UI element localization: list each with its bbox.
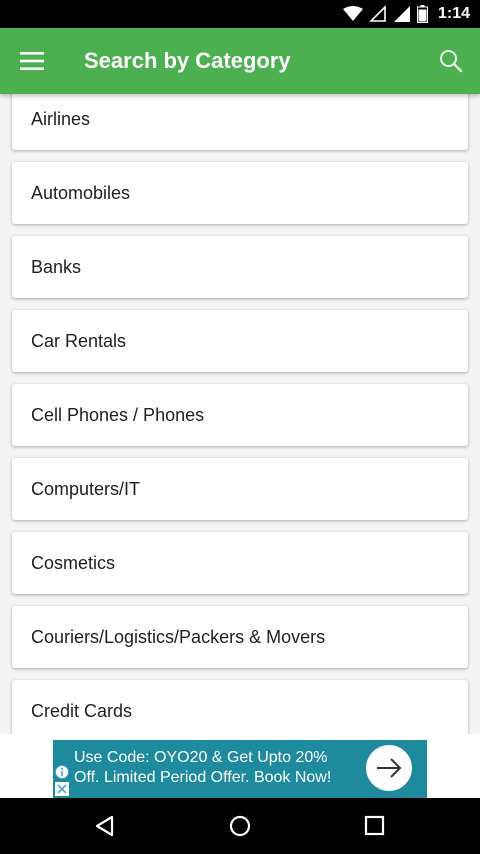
arrow-right-icon xyxy=(377,758,402,778)
category-label: Cell Phones / Phones xyxy=(31,405,205,425)
category-label: Cosmetics xyxy=(31,553,116,573)
category-label: Banks xyxy=(31,257,82,277)
ad-line-2: Off. Limited Period Offer. Book Now! xyxy=(74,769,332,786)
home-icon[interactable] xyxy=(226,812,254,840)
category-item[interactable]: Cosmetics xyxy=(12,532,468,594)
recents-icon[interactable] xyxy=(361,812,389,840)
category-label: Car Rentals xyxy=(31,331,127,351)
signal-empty-icon xyxy=(369,5,386,22)
category-list-inner: Airlines Automobiles Banks Car Rentals C… xyxy=(0,94,480,734)
ad-arrow-button[interactable] xyxy=(366,745,412,791)
category-item[interactable]: Computers/IT xyxy=(12,458,468,520)
category-label: Computers/IT xyxy=(31,479,141,499)
menu-icon[interactable] xyxy=(20,49,46,73)
app-bar: Search by Category xyxy=(0,28,480,94)
category-item[interactable]: Automobiles xyxy=(12,162,468,224)
category-label: Credit Cards xyxy=(31,701,133,721)
ad-line-1: Use Code: OYO20 & Get Upto 20% xyxy=(74,749,328,766)
navigation-bar xyxy=(0,798,480,854)
back-icon[interactable] xyxy=(91,812,119,840)
category-item[interactable]: Car Rentals xyxy=(12,310,468,372)
category-item[interactable]: Cell Phones / Phones xyxy=(12,384,468,446)
battery-icon xyxy=(416,5,428,23)
wifi-icon xyxy=(342,6,363,21)
status-icons: 1:14 xyxy=(342,0,470,28)
category-item[interactable]: Credit Cards xyxy=(12,680,468,734)
page-title: Search by Category xyxy=(84,48,291,73)
ad-close-icon[interactable] xyxy=(55,782,69,796)
ad-area: Use Code: OYO20 & Get Upto 20% Off. Limi… xyxy=(0,734,480,798)
signal-full-icon xyxy=(393,6,410,22)
category-item[interactable]: Airlines xyxy=(12,94,468,150)
ad-banner[interactable]: Use Code: OYO20 & Get Upto 20% Off. Limi… xyxy=(53,740,427,798)
category-label: Airlines xyxy=(31,109,91,129)
status-time: 1:14 xyxy=(437,5,470,22)
category-label: Automobiles xyxy=(31,183,131,203)
category-item[interactable]: Couriers/Logistics/Packers & Movers xyxy=(12,606,468,668)
search-icon[interactable] xyxy=(438,48,464,74)
ad-info-icon[interactable] xyxy=(55,765,69,779)
category-list[interactable]: Airlines Automobiles Banks Car Rentals C… xyxy=(0,94,480,734)
category-item[interactable]: Banks xyxy=(12,236,468,298)
status-bar: 1:14 xyxy=(0,0,480,28)
ad-text: Use Code: OYO20 & Get Upto 20% Off. Limi… xyxy=(74,748,374,788)
category-label: Couriers/Logistics/Packers & Movers xyxy=(31,627,326,647)
